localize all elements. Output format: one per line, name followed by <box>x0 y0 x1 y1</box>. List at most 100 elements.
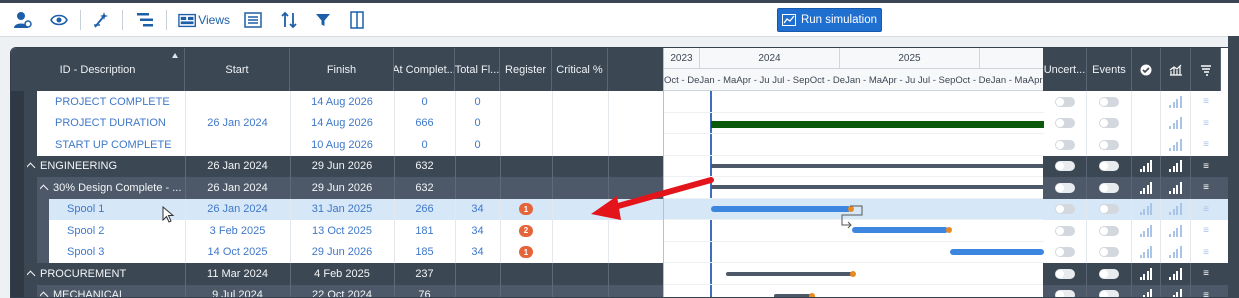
signal-bars-icon[interactable] <box>1169 289 1182 297</box>
tornado-icon[interactable]: ≡ <box>1203 139 1209 150</box>
uncertainty-toggle[interactable] <box>1054 161 1075 172</box>
signal-bars-icon[interactable] <box>1169 160 1182 173</box>
tornado-icon[interactable]: ≡ <box>1203 247 1209 258</box>
signal-bars-icon[interactable] <box>1169 181 1182 194</box>
col-header-uncertainty[interactable]: Uncert... <box>1043 48 1087 91</box>
gantt-summary-bar[interactable] <box>711 163 1044 168</box>
split-pane-icon[interactable] <box>346 9 368 31</box>
register-count-badge[interactable]: 1 <box>519 203 533 216</box>
gantt-bar-spool-3[interactable] <box>950 248 1044 255</box>
group-row-design[interactable]: 30% Design Complete - ... 26 Jan 2024 29… <box>11 177 663 199</box>
signal-bars-icon[interactable] <box>1139 181 1153 194</box>
col-header-events[interactable]: Events <box>1087 48 1132 91</box>
col-header-id-description[interactable]: ID - Description <box>11 48 185 91</box>
table-row-selected[interactable]: Spool 1 26 Jan 2024 31 Jan 2025 266 34 1 <box>11 198 663 220</box>
tornado-icon[interactable]: ≡ <box>1203 268 1209 279</box>
chevron-up-icon[interactable] <box>27 162 36 173</box>
signal-bars-icon[interactable] <box>1169 246 1182 259</box>
signal-bars-icon[interactable] <box>1169 203 1182 216</box>
events-toggle[interactable] <box>1099 118 1119 129</box>
col-header-finish[interactable]: Finish <box>290 48 394 91</box>
year-label: 2023 <box>664 48 700 69</box>
magic-wand-icon[interactable] <box>90 9 112 31</box>
signal-bars-icon[interactable] <box>1139 267 1153 280</box>
uncertainty-toggle[interactable] <box>1054 204 1075 215</box>
tornado-icon[interactable]: ≡ <box>1203 118 1209 129</box>
signal-bars-icon[interactable] <box>1140 289 1153 297</box>
gantt-bar-project-duration[interactable] <box>711 120 1044 128</box>
signal-bars-icon[interactable] <box>1169 267 1182 280</box>
table-row[interactable]: START UP COMPLETE 10 Aug 2026 0 0 <box>11 134 663 156</box>
gantt-summary-bar[interactable] <box>711 185 1044 189</box>
gantt-bar-mechanical[interactable] <box>774 293 812 297</box>
table-row[interactable]: Spool 2 3 Feb 2025 13 Oct 2025 181 34 2 <box>11 220 663 242</box>
uncertainty-toggle[interactable] <box>1054 96 1075 107</box>
col-header-start[interactable]: Start <box>185 48 290 91</box>
cell-start <box>185 91 290 113</box>
cell-tornado: ≡ <box>1191 156 1221 178</box>
group-row-mechanical[interactable]: MECHANICAL 9 Jul 2024 22 Oct 2024 76 <box>11 284 663 297</box>
uncertainty-toggle[interactable] <box>1054 225 1075 236</box>
uncertainty-toggle[interactable] <box>1054 268 1075 279</box>
uncertainty-toggle[interactable] <box>1054 290 1075 297</box>
gantt-bar-spool-1[interactable] <box>711 205 851 212</box>
chevron-up-icon[interactable] <box>40 184 49 195</box>
tornado-icon[interactable]: ≡ <box>1203 161 1209 172</box>
tornado-icon[interactable]: ≡ <box>1203 182 1209 193</box>
col-header-critical[interactable]: Critical % <box>552 48 608 91</box>
events-toggle[interactable] <box>1099 268 1119 279</box>
chevron-up-icon[interactable] <box>40 291 49 297</box>
signal-bars-icon[interactable] <box>1139 246 1153 259</box>
col-header-sensitivity[interactable] <box>1161 48 1191 91</box>
uncertainty-toggle[interactable] <box>1054 139 1075 150</box>
col-header-check[interactable] <box>1132 48 1161 91</box>
chevron-up-icon[interactable] <box>27 270 36 281</box>
uncertainty-toggle[interactable] <box>1054 247 1075 258</box>
table-row[interactable]: Spool 3 14 Oct 2025 29 Jun 2026 185 34 1 <box>11 241 663 263</box>
tornado-icon[interactable]: ≡ <box>1203 225 1209 236</box>
events-toggle[interactable] <box>1099 182 1119 193</box>
eye-icon[interactable] <box>48 9 70 31</box>
events-toggle[interactable] <box>1099 225 1119 236</box>
events-toggle[interactable] <box>1099 247 1119 258</box>
register-count-badge[interactable]: 1 <box>519 246 533 259</box>
col-header-register[interactable]: Register <box>500 48 552 91</box>
uncertainty-toggle[interactable] <box>1054 182 1075 193</box>
gantt-bar-procurement[interactable] <box>726 272 852 276</box>
register-count-badge[interactable]: 2 <box>519 224 533 237</box>
col-header-tornado[interactable] <box>1191 48 1221 91</box>
events-toggle[interactable] <box>1099 161 1119 172</box>
resource-user-icon[interactable] <box>12 9 34 31</box>
signal-bars-icon[interactable] <box>1169 117 1182 130</box>
group-row-engineering[interactable]: ENGINEERING 26 Jan 2024 29 Jun 2026 632 <box>11 155 663 177</box>
col-header-label: ID - Description <box>59 63 136 76</box>
run-simulation-button[interactable]: Run simulation <box>777 8 882 32</box>
events-toggle[interactable] <box>1099 204 1119 215</box>
views-button[interactable]: Views <box>178 9 230 31</box>
gantt-row <box>664 134 1044 156</box>
tornado-icon[interactable]: ≡ <box>1203 96 1209 107</box>
signal-bars-icon[interactable] <box>1139 224 1153 237</box>
filter-icon[interactable] <box>312 9 334 31</box>
sort-icon[interactable] <box>278 9 300 31</box>
col-header-at-completion[interactable]: At Complet... <box>394 48 455 91</box>
table-row[interactable]: PROJECT COMPLETE 14 Aug 2026 0 0 <box>11 91 663 113</box>
vertical-scrollbar[interactable] <box>1228 36 1239 298</box>
events-toggle[interactable] <box>1099 290 1119 297</box>
hierarchy-icon[interactable] <box>134 9 156 31</box>
signal-bars-icon[interactable] <box>1169 95 1182 108</box>
signal-bars-icon[interactable] <box>1169 224 1182 237</box>
column-list-icon[interactable] <box>242 9 264 31</box>
events-toggle[interactable] <box>1099 96 1119 107</box>
tornado-icon[interactable]: ≡ <box>1203 290 1209 297</box>
group-row-procurement[interactable]: PROCUREMENT 11 Mar 2024 4 Feb 2025 237 <box>11 263 663 285</box>
cell-tornado: ≡ <box>1191 199 1221 221</box>
signal-bars-icon[interactable] <box>1139 160 1153 173</box>
signal-bars-icon[interactable] <box>1139 203 1153 216</box>
table-row[interactable]: PROJECT DURATION 26 Jan 2024 14 Aug 2026… <box>11 112 663 134</box>
col-header-total-float[interactable]: Total Fl... <box>455 48 500 91</box>
events-toggle[interactable] <box>1099 139 1119 150</box>
uncertainty-toggle[interactable] <box>1054 118 1075 129</box>
tornado-icon[interactable]: ≡ <box>1203 204 1209 215</box>
signal-bars-icon[interactable] <box>1169 138 1182 151</box>
